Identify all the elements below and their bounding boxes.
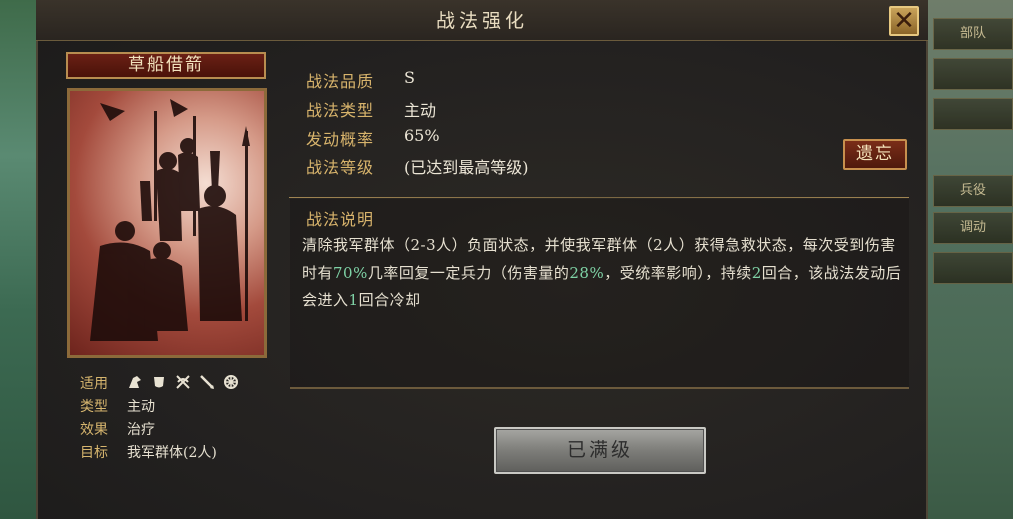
side-tab-troops[interactable]: 部队	[933, 18, 1013, 50]
map-background-left	[0, 0, 38, 519]
close-icon: ✕	[893, 6, 915, 36]
side-tab-3[interactable]	[933, 98, 1013, 130]
type-value: 主动	[127, 399, 155, 415]
skill-level-label: 战法等级	[306, 158, 375, 177]
shield-icon	[151, 374, 167, 390]
effect-value: 治疗	[127, 422, 155, 438]
skill-name-plate: 草船借箭	[66, 52, 266, 79]
suitable-label: 适用	[80, 376, 108, 392]
game-screen: 部队 兵役 调动 战法强化 ✕ 草船借箭 适用 类型 主动 效果 治疗 目标 我…	[0, 0, 1013, 519]
side-tab-conscript[interactable]: 兵役	[933, 175, 1013, 207]
desc-duration-highlight: 2	[751, 263, 762, 282]
max-level-button[interactable]: 已满级	[494, 427, 706, 474]
side-tab-2[interactable]	[933, 58, 1013, 90]
quality-label: 战法品质	[306, 72, 375, 91]
skill-type-value: 主动	[404, 101, 437, 120]
soldiers-silhouette-art	[90, 99, 250, 341]
desc-damage-ratio-highlight: 28%	[569, 263, 605, 282]
desc-cooldown-highlight: 1	[348, 291, 359, 309]
type-label: 类型	[80, 399, 108, 415]
forget-button[interactable]: 遗忘	[843, 139, 907, 170]
skill-card-art	[67, 88, 267, 358]
divider-top	[289, 197, 909, 198]
siege-icon	[223, 374, 239, 390]
panel-title: 战法强化	[435, 10, 528, 32]
target-label: 目标	[80, 445, 108, 461]
side-tab-deploy[interactable]: 调动	[933, 212, 1013, 244]
skill-level-value: (已达到最高等级)	[404, 158, 529, 177]
quality-value: S	[404, 68, 415, 87]
close-button[interactable]: ✕	[889, 6, 919, 36]
archer-icon	[175, 374, 191, 390]
skill-type-label: 战法类型	[306, 101, 375, 120]
desc-seg-3: ，受统率影响），持续	[604, 263, 752, 282]
cavalry-icon	[127, 374, 143, 390]
spear-icon	[199, 374, 215, 390]
desc-rate-highlight: 70%	[333, 263, 368, 282]
effect-label: 效果	[80, 422, 108, 438]
side-tab-6[interactable]	[933, 252, 1013, 284]
target-value: 我军群体(2人)	[127, 445, 217, 461]
description-title: 战法说明	[306, 210, 375, 229]
desc-seg-5: 回合冷却	[358, 291, 421, 309]
divider-bottom	[290, 387, 909, 389]
trigger-rate-value: 65%	[404, 126, 440, 145]
trigger-rate-label: 发动概率	[306, 130, 375, 149]
desc-seg-2: 几率回复一定兵力（伤害量的	[367, 263, 570, 282]
description-text: 清除我军群体（2-3人）负面状态，并使我军群体（2人）获得急救状态，每次受到伤害…	[302, 232, 902, 315]
